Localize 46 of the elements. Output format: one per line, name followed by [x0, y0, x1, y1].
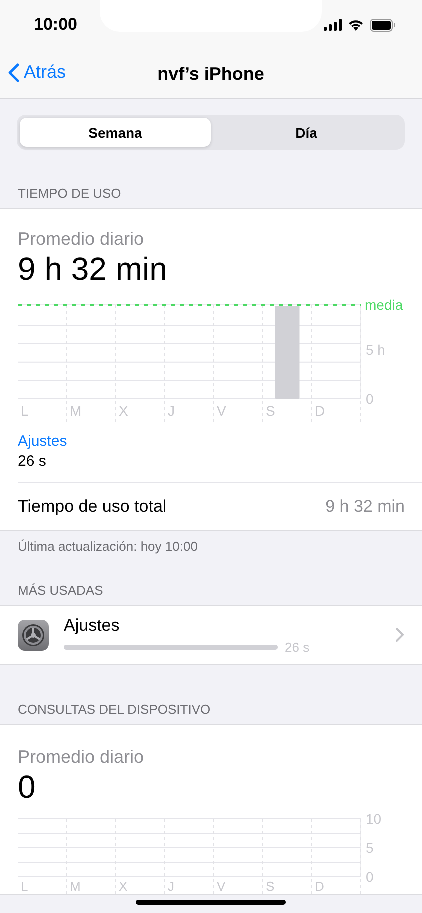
day-label: M: [70, 403, 82, 419]
day-label: L: [21, 403, 29, 419]
battery-icon: [370, 18, 396, 32]
day-label: D: [315, 403, 326, 419]
category-link[interactable]: Ajustes: [18, 433, 422, 450]
status-time: 10:00: [34, 15, 78, 35]
app-name: Ajustes: [64, 616, 121, 636]
chevron-left-icon: [8, 62, 20, 82]
app-time: 26 s: [285, 640, 310, 654]
day-label: S: [266, 879, 275, 894]
day-label: X: [119, 403, 128, 419]
average-value: 9 h 32 min: [18, 251, 168, 288]
day-label: V: [217, 879, 226, 894]
category-time: 26 s: [18, 453, 48, 472]
wifi-icon: [348, 19, 364, 31]
section-header: MÁS USADAS: [17, 582, 104, 600]
y-tick-label: 10: [366, 811, 382, 827]
section-header: CONSULTAS DEL DISPOSITIVO: [17, 701, 212, 719]
segment-tab[interactable]: Día: [211, 118, 402, 147]
chevron-right-icon: [396, 628, 404, 642]
day-label: M: [70, 879, 81, 894]
day-label: X: [119, 879, 128, 894]
gear-icon: [18, 620, 49, 650]
day-label: L: [21, 879, 28, 894]
day-label: S: [266, 403, 276, 419]
average-label: Promedio diario: [18, 228, 146, 250]
y-tick-label: 0: [366, 869, 374, 885]
section-header: TIEMPO DE USO: [17, 185, 122, 203]
total-value: 9 h 32 min: [326, 496, 405, 516]
update-note: Última actualización: hoy 10:00: [17, 538, 199, 556]
day-label: J: [168, 403, 175, 419]
day-label: J: [168, 879, 174, 894]
back-link[interactable]: Atrás: [8, 62, 66, 83]
segment-tab[interactable]: Semana: [20, 118, 211, 147]
y-tick-label: 0: [366, 391, 374, 407]
day-label: D: [315, 879, 324, 894]
day-label: V: [217, 403, 226, 419]
average-label: media: [365, 297, 404, 313]
nav-title: nvf’s iPhone: [158, 64, 264, 84]
y-tick-label: 5: [366, 840, 374, 856]
average-value: 0: [18, 769, 37, 806]
app-row[interactable]: Ajustes 26 s: [18, 606, 422, 664]
y-tick-label: 5 h: [366, 342, 386, 358]
total-label: Tiempo de uso total: [18, 496, 167, 516]
average-label: Promedio diario: [18, 746, 146, 768]
signal-icon: [324, 19, 342, 31]
